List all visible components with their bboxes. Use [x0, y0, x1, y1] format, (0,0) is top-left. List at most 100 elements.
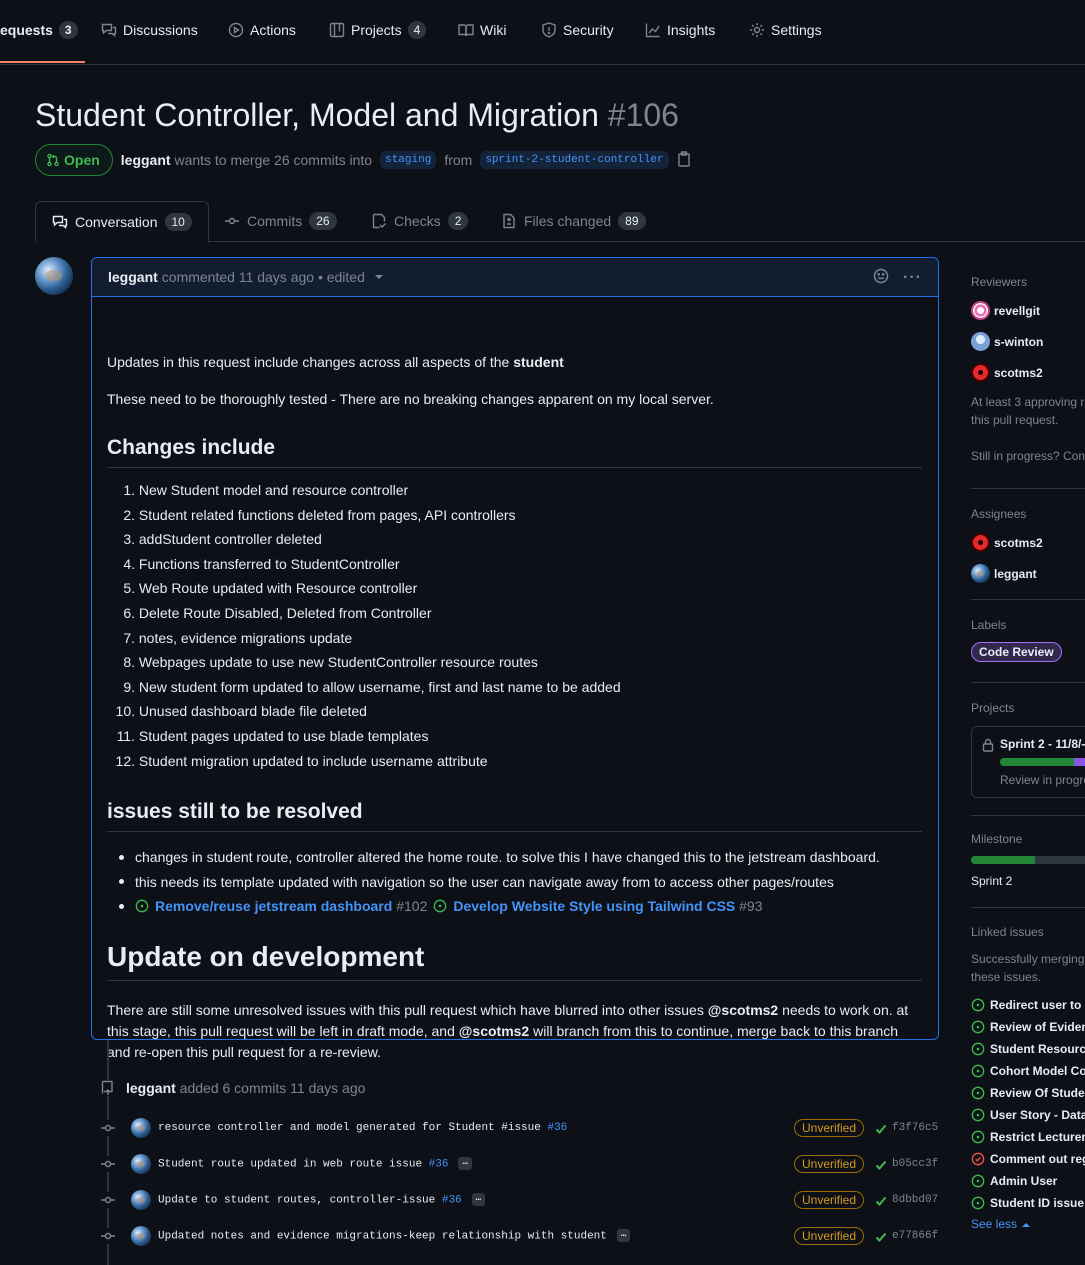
- merge-text: wants to merge 26 commits into: [174, 152, 373, 168]
- pr-number: #106: [607, 97, 679, 133]
- base-branch[interactable]: staging: [380, 151, 437, 169]
- linked-issue-item[interactable]: Student ID issue: [971, 1192, 1085, 1214]
- reviewer-item[interactable]: scotms2: [971, 363, 1043, 382]
- pr-author[interactable]: leggant: [121, 152, 171, 168]
- linked-issues-heading[interactable]: Linked issues: [971, 925, 1044, 939]
- comment-author[interactable]: leggant: [108, 269, 158, 285]
- commit-message[interactable]: resource controller and model generated …: [158, 1122, 547, 1134]
- tab-label: Checks: [394, 213, 441, 229]
- issue-opened-icon: [971, 998, 985, 1012]
- linked-issue-item[interactable]: Redirect user to p: [971, 994, 1085, 1016]
- tab-conversation[interactable]: Conversation 10: [35, 201, 209, 243]
- commit-sha[interactable]: b05cc3f: [892, 1158, 938, 1170]
- check-icon[interactable]: [875, 1230, 887, 1242]
- commit-sha[interactable]: e77866f: [892, 1230, 938, 1242]
- linked-issue-item[interactable]: Admin User: [971, 1170, 1085, 1192]
- reviewers-heading[interactable]: Reviewers: [971, 275, 1027, 289]
- issue-ref-link[interactable]: #36: [429, 1159, 449, 1171]
- project-card[interactable]: Sprint 2 - 11/8/- Review in progre: [971, 726, 1085, 798]
- tab-commits[interactable]: Commits 26: [224, 201, 337, 241]
- projects-heading[interactable]: Projects: [971, 701, 1014, 715]
- check-icon[interactable]: [875, 1194, 887, 1206]
- issue-ref-link[interactable]: #36: [442, 1195, 462, 1207]
- expand-ellipsis-button[interactable]: …: [616, 1229, 631, 1243]
- unverified-badge[interactable]: Unverified: [794, 1191, 865, 1209]
- tab-checks[interactable]: Checks 2: [371, 201, 469, 241]
- commit-message[interactable]: Update to student routes, controller-iss…: [158, 1195, 442, 1207]
- list-item: 9. New student form updated to allow use…: [107, 679, 620, 704]
- see-less-button[interactable]: See less: [971, 1217, 1031, 1231]
- assignee-name: leggant: [994, 566, 1037, 581]
- avatar[interactable]: [35, 257, 73, 295]
- linked-issue-item[interactable]: User Story - Data: [971, 1104, 1085, 1126]
- expand-ellipsis-button[interactable]: …: [471, 1193, 486, 1207]
- issue-link[interactable]: Develop Website Style using Tailwind CSS: [453, 898, 735, 914]
- avatar[interactable]: [131, 1190, 151, 1210]
- commit-message[interactable]: Student route updated in web route issue: [158, 1159, 429, 1171]
- nav-wiki[interactable]: Wiki: [458, 22, 506, 56]
- commit-sha[interactable]: 8dbbd07: [892, 1194, 938, 1206]
- nav-discussions[interactable]: Discussions: [101, 22, 198, 56]
- expand-ellipsis-button[interactable]: …: [458, 1157, 472, 1171]
- copy-icon[interactable]: [677, 150, 691, 170]
- label-pill[interactable]: Code Review: [971, 642, 1062, 662]
- nav-settings[interactable]: Settings: [749, 22, 822, 56]
- reviewer-item[interactable]: s-winton: [971, 332, 1043, 351]
- list-number: 8.: [123, 654, 135, 671]
- linked-issue-item[interactable]: Cohort Model Co: [971, 1060, 1085, 1082]
- kebab-horizontal-icon[interactable]: ···: [903, 269, 922, 285]
- avatar[interactable]: [131, 1154, 151, 1174]
- linked-issue-item[interactable]: Review Of Studen: [971, 1082, 1085, 1104]
- assignees-heading[interactable]: Assignees: [971, 507, 1026, 521]
- avatar: [971, 332, 990, 351]
- milestone-heading[interactable]: Milestone: [971, 832, 1022, 846]
- unverified-badge[interactable]: Unverified: [794, 1155, 865, 1173]
- list-text: Webpages update to use new StudentContro…: [138, 654, 538, 671]
- comment-meta[interactable]: commented 11 days ago • edited: [162, 269, 365, 285]
- git-commit-icon: [100, 1120, 116, 1136]
- comment-header: leggant commented 11 days ago • edited ·…: [92, 258, 938, 297]
- assignee-item[interactable]: scotms2: [971, 533, 1043, 552]
- head-branch[interactable]: sprint-2-student-controller: [480, 151, 669, 169]
- list-number: 12.: [115, 752, 135, 769]
- git-commit-icon: [100, 1192, 116, 1208]
- reviewer-item[interactable]: revellgit: [971, 301, 1040, 320]
- reviewer-name: scotms2: [994, 365, 1043, 380]
- linked-issue-item[interactable]: Restrict Lecturer A: [971, 1126, 1085, 1148]
- smiley-icon[interactable]: [873, 268, 889, 287]
- issue-link[interactable]: Remove/reuse jetstream dashboard: [155, 898, 392, 914]
- issue-ref-link[interactable]: #36: [547, 1122, 567, 1134]
- commit-message[interactable]: Updated notes and evidence migrations-ke…: [158, 1231, 607, 1243]
- chevron-down-icon[interactable]: [374, 275, 383, 279]
- list-item: 6. Delete Route Disabled, Deleted from C…: [107, 605, 621, 630]
- progress-done: [1000, 758, 1075, 766]
- linked-issue-title: Review of Evidenc: [990, 1020, 1085, 1034]
- project-status: Review in progre: [1000, 773, 1085, 787]
- user-mention[interactable]: @scotms2: [708, 1002, 778, 1018]
- event-author[interactable]: leggant: [126, 1080, 176, 1096]
- check-icon[interactable]: [875, 1158, 887, 1170]
- linked-issue-item[interactable]: Student Resource: [971, 1038, 1085, 1060]
- user-mention[interactable]: @scotms2: [459, 1023, 529, 1039]
- nav-security[interactable]: Security: [541, 22, 614, 56]
- linked-issue-item[interactable]: Comment out reg: [971, 1148, 1085, 1170]
- commit-sha[interactable]: f3f76c5: [892, 1122, 938, 1134]
- check-icon[interactable]: [875, 1122, 887, 1134]
- tab-files-changed[interactable]: Files changed 89: [501, 201, 646, 241]
- unverified-badge[interactable]: Unverified: [794, 1227, 865, 1245]
- assignee-item[interactable]: leggant: [971, 564, 1037, 583]
- avatar[interactable]: [131, 1118, 151, 1138]
- unverified-badge[interactable]: Unverified: [794, 1119, 865, 1137]
- linked-issue-title: User Story - Data: [990, 1108, 1085, 1122]
- git-pull-request-icon: [47, 153, 59, 167]
- nav-pull-requests[interactable]: equests 3: [0, 21, 78, 56]
- avatar[interactable]: [131, 1226, 151, 1246]
- nav-insights[interactable]: Insights: [645, 22, 715, 56]
- labels-heading[interactable]: Labels: [971, 618, 1006, 632]
- nav-actions[interactable]: Actions: [228, 22, 296, 56]
- linked-issue-item[interactable]: Review of Evidenc: [971, 1016, 1085, 1038]
- list-text: Student related functions deleted from p…: [138, 506, 516, 523]
- book-icon: [458, 22, 474, 38]
- milestone-name[interactable]: Sprint 2: [971, 874, 1012, 888]
- nav-projects[interactable]: Projects 4: [329, 21, 427, 56]
